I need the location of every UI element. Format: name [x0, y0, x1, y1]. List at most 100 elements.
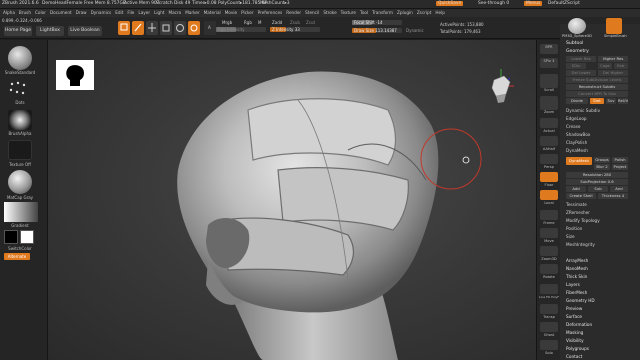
- thickness-slider[interactable]: Thickness 4: [598, 193, 628, 199]
- reuv-toggle[interactable]: ReUV: [618, 98, 628, 104]
- focal-shift-slider[interactable]: Focal Shift -14: [352, 20, 402, 25]
- menu-item[interactable]: Alpha: [3, 9, 15, 17]
- dynamesh-button[interactable]: DynaMesh: [566, 157, 592, 165]
- palette-section[interactable]: ArrayMesh: [566, 258, 588, 263]
- palette-section[interactable]: Thick Skin: [566, 274, 587, 279]
- dynamic-toggle[interactable]: Dynamic: [406, 28, 424, 33]
- edit-mode-button[interactable]: [118, 21, 130, 35]
- and-button[interactable]: And: [610, 186, 628, 192]
- texture-channel-button[interactable]: [188, 21, 200, 35]
- higher-res-button[interactable]: Higher Res: [598, 56, 628, 62]
- groups-toggle[interactable]: Groups: [594, 157, 610, 163]
- persp-button[interactable]: [540, 154, 558, 164]
- sub-button[interactable]: Sub: [588, 186, 608, 192]
- suv-toggle[interactable]: Suv: [606, 98, 616, 104]
- reconstruct-subdiv-button[interactable]: Reconstruct Subdiv: [566, 84, 628, 90]
- zsub-button[interactable]: Zsub: [290, 20, 300, 25]
- menu-item[interactable]: Stencil: [305, 9, 319, 17]
- quicksave-button[interactable]: QuickSave: [436, 1, 464, 6]
- menu-item[interactable]: Dynamics: [91, 9, 112, 17]
- rstr-button[interactable]: Rstr: [614, 63, 628, 69]
- solo-button[interactable]: [540, 340, 558, 350]
- polish-toggle[interactable]: Polish: [612, 157, 628, 163]
- menu-item[interactable]: Color: [35, 9, 46, 17]
- palette-section[interactable]: Contact: [566, 354, 582, 359]
- draw-mode-button[interactable]: [132, 21, 144, 35]
- menu-item[interactable]: Macro: [169, 9, 182, 17]
- see-through-slider[interactable]: See-through 0: [478, 1, 509, 6]
- local-button[interactable]: [540, 190, 558, 200]
- menu-item[interactable]: Zplugin: [397, 9, 413, 17]
- alpha-thumbnail[interactable]: [8, 110, 32, 130]
- scale-mode-button[interactable]: [160, 21, 172, 35]
- palette-section[interactable]: Deformation: [566, 322, 592, 327]
- zoom3d-button[interactable]: [540, 246, 558, 256]
- draw-size-slider[interactable]: Draw Size 113.14387: [352, 28, 402, 33]
- material-thumbnail[interactable]: [8, 170, 32, 194]
- rotate-view-button[interactable]: [540, 264, 558, 274]
- rgb-intensity-slider[interactable]: Rgb Intensity: [216, 27, 266, 32]
- blur-slider[interactable]: Blur 2: [594, 164, 610, 170]
- default-zscript[interactable]: DefaultZScript: [548, 1, 580, 6]
- m-button[interactable]: M: [258, 20, 261, 25]
- menu-item[interactable]: Light: [154, 9, 164, 17]
- size-section[interactable]: Size: [566, 234, 575, 239]
- menu-item[interactable]: Preferences: [258, 9, 283, 17]
- divide-button[interactable]: Divide: [566, 98, 588, 104]
- resolution-slider[interactable]: Resolution 280: [566, 172, 628, 178]
- menus-toggle[interactable]: Menus: [524, 1, 543, 6]
- palette-section[interactable]: Surface: [566, 314, 582, 319]
- position-section[interactable]: Position: [566, 226, 582, 231]
- crease-section[interactable]: Crease: [566, 124, 580, 129]
- palette-section[interactable]: Polygroups: [566, 346, 589, 351]
- scroll-button[interactable]: [540, 74, 558, 88]
- home-page-button[interactable]: Home Page: [4, 26, 32, 36]
- polyframe-button[interactable]: [540, 284, 558, 294]
- menu-item[interactable]: Edit: [115, 9, 123, 17]
- palette-section[interactable]: NanoMesh: [566, 266, 588, 271]
- modify-topology-section[interactable]: Modify Topology: [566, 218, 600, 223]
- lower-res-button[interactable]: Lower Res: [566, 56, 596, 62]
- move-mode-button[interactable]: [146, 21, 158, 35]
- freeze-subdivision-button[interactable]: Freeze SubDivision Levels: [566, 77, 628, 83]
- meshintegrity-section[interactable]: MeshIntegrity: [566, 242, 595, 247]
- create-shell-button[interactable]: Create Shell: [566, 193, 596, 199]
- rgb-button[interactable]: Rgb: [244, 20, 252, 25]
- sdiv-slider[interactable]: SDiv: [566, 63, 586, 69]
- menu-item[interactable]: Draw: [76, 9, 87, 17]
- menu-item[interactable]: Stroke: [323, 9, 336, 17]
- menu-item[interactable]: Picker: [241, 9, 253, 17]
- brush-thumbnail[interactable]: [8, 46, 32, 70]
- menu-item[interactable]: Texture: [341, 9, 356, 17]
- menu-item[interactable]: File: [127, 9, 134, 17]
- stroke-thumbnail[interactable]: [8, 80, 30, 98]
- switch-color-button[interactable]: SwitchColor: [2, 246, 38, 251]
- frame-button[interactable]: [540, 210, 558, 220]
- lightbox-button[interactable]: LightBox: [36, 26, 64, 36]
- zremesher-section[interactable]: ZRemesher: [566, 210, 590, 215]
- subprojection-slider[interactable]: SubProjection 0.6: [566, 179, 628, 185]
- menu-item[interactable]: Material: [204, 9, 221, 17]
- tessimate-section[interactable]: Tessimate: [566, 202, 587, 207]
- menu-item[interactable]: Zscript: [417, 9, 432, 17]
- transp-button[interactable]: [540, 304, 558, 314]
- menu-item[interactable]: Tool: [360, 9, 368, 17]
- add-button[interactable]: Add: [566, 186, 586, 192]
- palette-section[interactable]: Geometry HD: [566, 298, 595, 303]
- alternate-button[interactable]: Alternate: [4, 253, 30, 260]
- secondary-color-swatch[interactable]: [20, 230, 34, 244]
- subtool-section[interactable]: Subtool: [566, 41, 583, 46]
- palette-section[interactable]: Preview: [566, 306, 582, 311]
- menu-item[interactable]: Transform: [372, 9, 393, 17]
- menu-item[interactable]: Layer: [138, 9, 150, 17]
- pm3d-sphere-thumbnail[interactable]: [568, 18, 586, 34]
- color-picker[interactable]: [4, 202, 38, 222]
- cage-button[interactable]: Cage: [598, 63, 612, 69]
- menu-item[interactable]: Help: [435, 9, 445, 17]
- zoom-button[interactable]: [540, 96, 558, 110]
- claypolish-section[interactable]: ClayPolish: [566, 140, 587, 145]
- menu-item[interactable]: Movie: [225, 9, 237, 17]
- zcut-button[interactable]: Zcut: [306, 20, 315, 25]
- canvas-viewport[interactable]: [48, 40, 536, 360]
- palette-section[interactable]: Masking: [566, 330, 583, 335]
